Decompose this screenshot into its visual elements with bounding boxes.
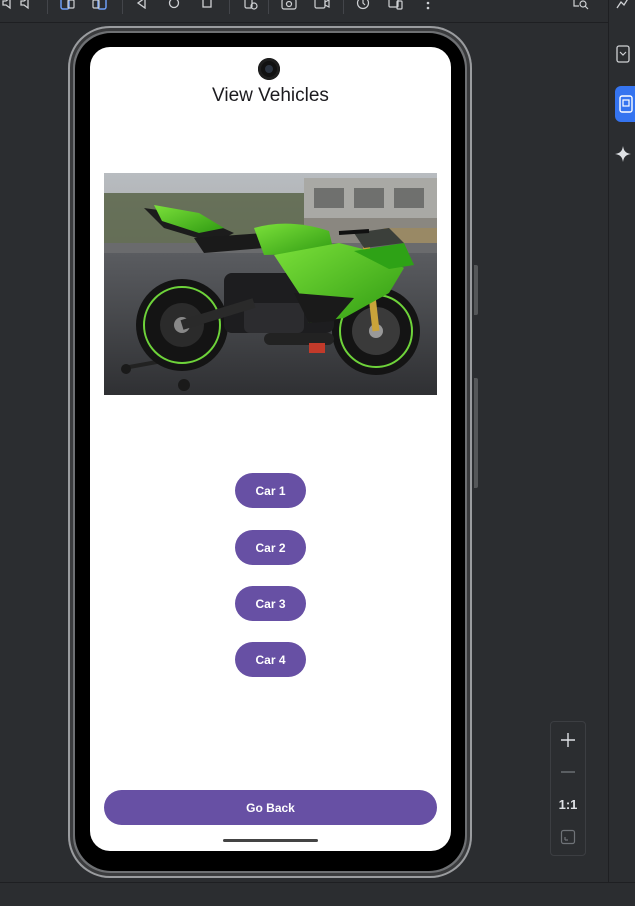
toolbar-separator	[268, 0, 269, 14]
screenshot-icon[interactable]	[280, 0, 298, 12]
gesture-home-indicator[interactable]	[223, 839, 318, 842]
car-1-button[interactable]: Car 1	[235, 473, 306, 508]
emulator-toolbar	[0, 0, 608, 23]
front-camera-icon	[258, 58, 280, 80]
device-mirror-icon[interactable]	[387, 0, 405, 12]
toolbar-separator	[343, 0, 344, 14]
volume-up-icon[interactable]	[18, 0, 36, 12]
status-bar	[0, 882, 635, 906]
car-3-button[interactable]: Car 3	[235, 586, 306, 621]
back-icon[interactable]	[133, 0, 151, 12]
inspect-icon[interactable]	[572, 0, 590, 12]
toolbar-separator	[47, 0, 48, 14]
motorcycle-image	[104, 173, 437, 395]
snapshot-icon[interactable]	[354, 0, 372, 12]
gemini-icon[interactable]	[613, 144, 633, 164]
overview-icon[interactable]	[198, 0, 216, 12]
rotate-left-icon[interactable]	[58, 0, 76, 12]
settings-icon[interactable]	[242, 0, 260, 12]
fit-screen-icon[interactable]	[551, 821, 585, 853]
actual-size-button[interactable]: 1:1	[551, 788, 585, 820]
toolbar-separator	[122, 0, 123, 14]
car-2-button[interactable]: Car 2	[235, 530, 306, 565]
plus-icon[interactable]	[551, 724, 585, 756]
device-manager-icon[interactable]	[613, 44, 633, 64]
actual-size-label: 1:1	[558, 796, 578, 812]
zoom-controls: 1:1	[550, 721, 586, 856]
page-title: View Vehicles	[212, 85, 329, 106]
rotate-right-icon[interactable]	[91, 0, 109, 12]
volume-rocker[interactable]	[474, 378, 478, 488]
more-icon[interactable]	[419, 0, 437, 12]
home-icon[interactable]	[165, 0, 183, 12]
right-tool-strip	[608, 0, 635, 882]
minus-icon[interactable]	[551, 756, 585, 788]
phone-screen: View Vehicles Car 1 Car 2 Car 3 Car 4 Go…	[90, 47, 451, 851]
screen-record-icon[interactable]	[313, 0, 331, 12]
volume-down-icon[interactable]	[0, 0, 18, 12]
toolbar-separator	[229, 0, 230, 14]
go-back-button[interactable]: Go Back	[104, 790, 437, 825]
running-devices-icon[interactable]	[615, 86, 635, 122]
notifications-icon[interactable]	[613, 0, 633, 12]
power-button[interactable]	[474, 265, 478, 315]
car-4-button[interactable]: Car 4	[235, 642, 306, 677]
